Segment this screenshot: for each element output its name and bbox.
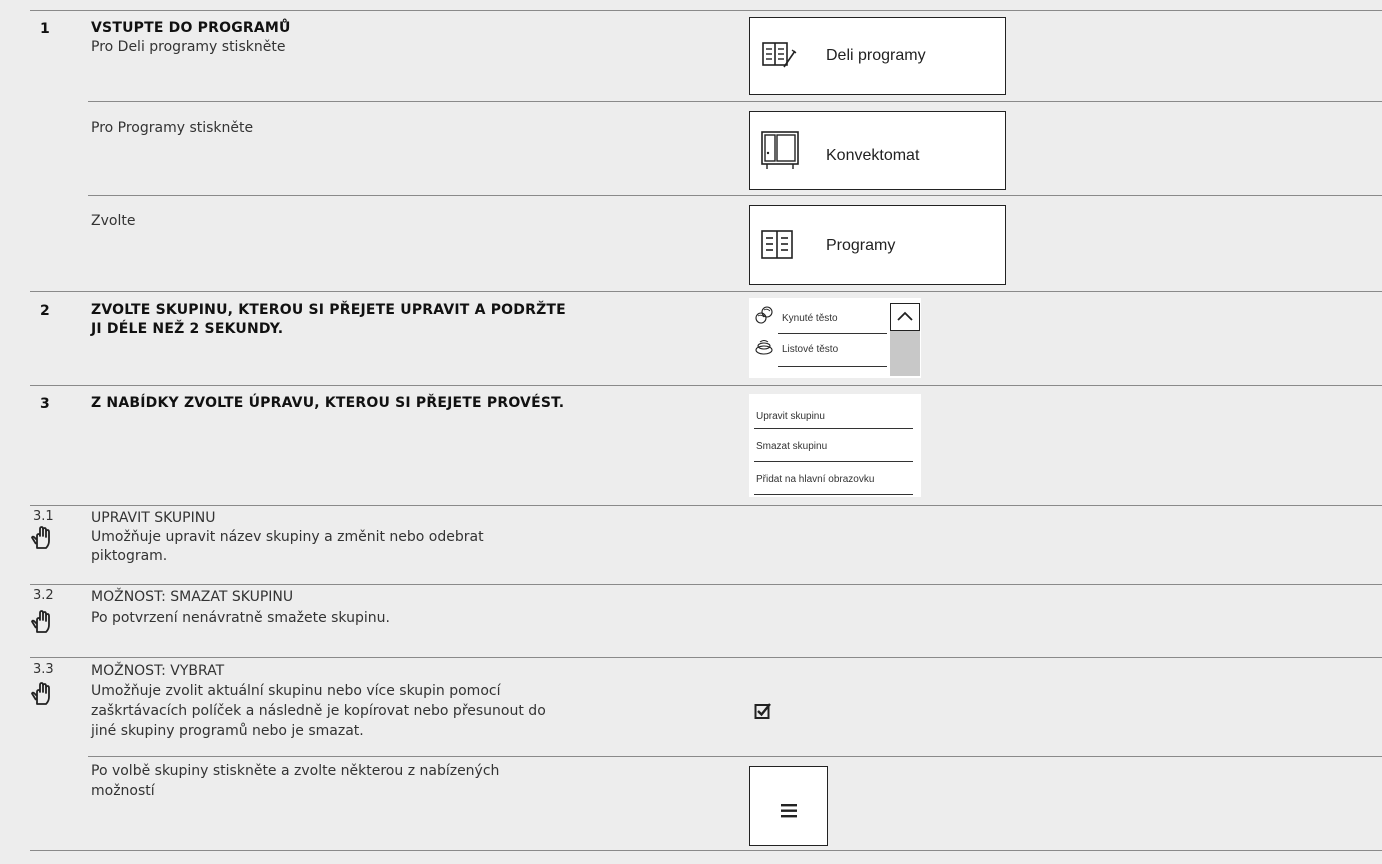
divider	[88, 756, 1382, 757]
step-text: Zvolte	[91, 213, 136, 229]
context-menu: Upravit skupinu Smazat skupinu Přidat na…	[749, 394, 921, 497]
step-text: jiné skupiny programů nebo je smazat.	[91, 723, 364, 739]
menu-item-label: Přidat na hlavní obrazovku	[756, 474, 875, 485]
divider	[30, 850, 1382, 851]
button-label: Programy	[826, 237, 896, 254]
hand-icon	[31, 526, 50, 549]
checkbox-checked-icon[interactable]	[754, 702, 772, 720]
button-label: Konvektomat	[826, 147, 920, 164]
step-title: ZVOLTE SKUPINU, KTEROU SI PŘEJETE UPRAVI…	[91, 302, 566, 318]
menu-item-add-to-home[interactable]: Přidat na hlavní obrazovku	[749, 462, 921, 495]
divider	[30, 291, 1382, 292]
divider	[30, 657, 1382, 658]
step-number: 1	[40, 21, 50, 37]
step-text: Umožňuje upravit název skupiny a změnit …	[91, 529, 484, 545]
step-text: piktogram.	[91, 548, 168, 564]
step-title: JI DÉLE NEŽ 2 SEKUNDY.	[91, 321, 284, 337]
menu-button[interactable]	[749, 766, 828, 846]
menu-item-edit-group[interactable]: Upravit skupinu	[749, 394, 921, 429]
menu-item-label: Upravit skupinu	[756, 411, 825, 422]
step-text: Pro Programy stiskněte	[91, 120, 254, 136]
programs-book-icon	[761, 230, 793, 259]
step-text: možností	[91, 783, 155, 799]
pastry-icon	[755, 340, 773, 355]
hamburger-menu-icon	[781, 804, 797, 818]
divider	[88, 195, 1382, 196]
dough-icon	[755, 306, 773, 324]
programs-button[interactable]: Programy	[749, 205, 1006, 285]
step-number: 3.3	[33, 662, 54, 677]
list-item[interactable]: Listové těsto	[749, 334, 889, 368]
step-number: 3	[40, 396, 50, 412]
list-item-label: Listové těsto	[782, 344, 839, 355]
step-title: MOŽNOST: VYBRAT	[91, 663, 225, 679]
konvektomat-button[interactable]: Konvektomat	[749, 111, 1006, 190]
divider	[30, 584, 1382, 585]
group-list-panel: Kynuté těsto Listové těsto	[749, 298, 921, 378]
combi-oven-icon	[761, 131, 799, 169]
step-text: Po potvrzení nenávratně smažete skupinu.	[91, 610, 390, 626]
hand-icon	[31, 682, 50, 705]
divider	[88, 101, 1382, 102]
step-text: Umožňuje zvolit aktuální skupinu nebo ví…	[91, 683, 501, 699]
step-title: UPRAVIT SKUPINU	[91, 510, 216, 526]
step-title: VSTUPTE DO PROGRAMŮ	[91, 20, 291, 36]
recipe-book-icon	[762, 42, 797, 68]
step-title: Z NABÍDKY ZVOLTE ÚPRAVU, KTEROU SI PŘEJE…	[91, 395, 565, 411]
step-text: Pro Deli programy stiskněte	[91, 39, 286, 55]
divider	[30, 505, 1382, 506]
button-label: Deli programy	[826, 47, 926, 64]
menu-item-label: Smazat skupinu	[756, 441, 828, 452]
chevron-up-icon	[897, 311, 913, 321]
divider	[30, 385, 1382, 386]
scrollbar[interactable]	[890, 303, 920, 376]
step-number: 2	[40, 303, 50, 319]
deli-programs-button[interactable]: Deli programy	[749, 17, 1006, 95]
step-number: 3.1	[33, 509, 54, 524]
step-number: 3.2	[33, 588, 54, 603]
menu-item-delete-group[interactable]: Smazat skupinu	[749, 429, 921, 462]
scroll-up-button[interactable]	[890, 303, 920, 331]
list-item[interactable]: Kynuté těsto	[749, 298, 889, 334]
step-text: zaškrtávacích políček a následně je kopí…	[91, 703, 546, 719]
list-item-label: Kynuté těsto	[782, 313, 838, 324]
step-title: MOŽNOST: SMAZAT SKUPINU	[91, 589, 294, 605]
hand-icon	[31, 610, 50, 633]
step-text: Po volbě skupiny stiskněte a zvolte někt…	[91, 763, 500, 779]
divider	[30, 10, 1382, 11]
